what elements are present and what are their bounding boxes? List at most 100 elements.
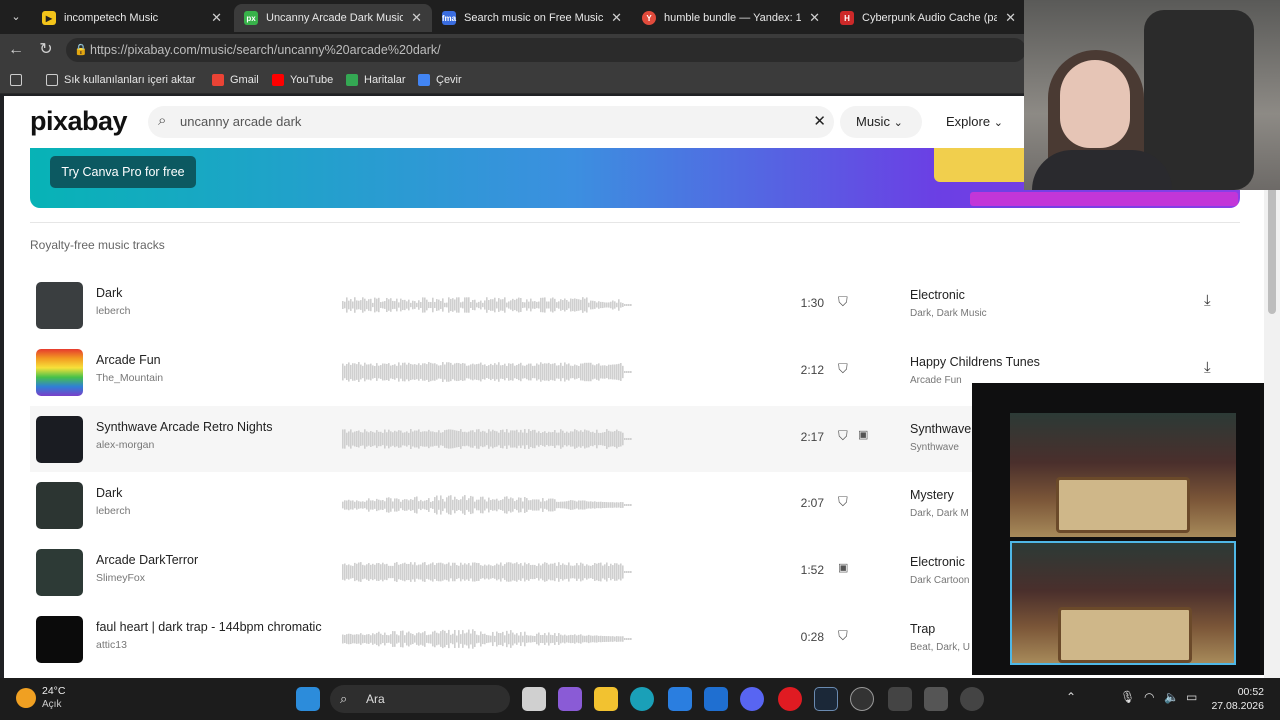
search-input[interactable]: ⌕ uncanny arcade dark ✕ (148, 106, 834, 138)
game-floor (1056, 477, 1190, 533)
track-thumbnail[interactable] (36, 349, 83, 396)
track-artist[interactable]: leberch (96, 505, 130, 517)
track-genre[interactable]: Mystery (910, 488, 954, 502)
chevron-up-icon[interactable]: ⌃ (1066, 690, 1076, 704)
bookmark-youtube[interactable]: YouTube (272, 71, 333, 89)
store-icon[interactable] (668, 687, 692, 711)
battery-icon[interactable]: ▭ (1186, 690, 1197, 704)
track-artist[interactable]: leberch (96, 305, 130, 317)
close-icon[interactable]: ✕ (211, 10, 222, 26)
edge-icon[interactable] (630, 687, 654, 711)
download-icon[interactable]: ⤓ (1204, 359, 1211, 376)
explore-menu[interactable]: Explore ⌄ (946, 106, 1003, 138)
divider (30, 222, 1240, 223)
taskbar-search[interactable]: ⌕ Ara (330, 685, 510, 713)
game-view-bottom (1010, 541, 1236, 665)
track-thumbnail[interactable] (36, 416, 83, 463)
tab-yandex[interactable]: Y humble bundle — Yandex: 14 bin s ✕ (632, 4, 830, 32)
file-explorer-icon[interactable] (594, 687, 618, 711)
track-tags: Beat, Dark, U (910, 642, 971, 653)
sidebar-toggle-icon[interactable] (10, 71, 22, 89)
close-icon[interactable]: ✕ (809, 10, 820, 26)
track-thumbnail[interactable] (36, 549, 83, 596)
track-duration: 2:17 (800, 430, 824, 444)
shield-icon: ⛉ (838, 428, 848, 443)
tab-list-dropdown-icon[interactable]: ⌄ (8, 9, 24, 25)
track-genre[interactable]: Trap (910, 622, 935, 636)
try-canva-button[interactable]: Try Canva Pro for free (50, 156, 196, 188)
tab-free-music-archive[interactable]: fma Search music on Free Music Archive ✕ (432, 4, 632, 32)
close-icon[interactable]: ✕ (1005, 10, 1016, 26)
track-waveform[interactable] (342, 628, 632, 650)
track-waveform[interactable] (342, 428, 632, 450)
game-view-top (1010, 413, 1236, 537)
track-artist[interactable]: SlimeyFox (96, 572, 145, 584)
tab-incompetech[interactable]: ▶ incompetech Music ✕ (32, 4, 232, 32)
clear-search-icon[interactable]: ✕ (813, 112, 826, 130)
track-title[interactable]: Dark (96, 286, 122, 300)
start-icon[interactable] (296, 687, 320, 711)
volume-icon[interactable]: 🔈 (1164, 690, 1179, 704)
steam-icon[interactable] (814, 687, 838, 711)
close-icon[interactable]: ✕ (611, 10, 622, 26)
search-query: uncanny arcade dark (180, 114, 302, 129)
tab-humble[interactable]: H Cyberpunk Audio Cache (pay what ✕ (830, 4, 1026, 32)
track-title[interactable]: Arcade DarkTerror (96, 553, 198, 567)
track-thumbnail[interactable] (36, 482, 83, 529)
track-artist[interactable]: The_Mountain (96, 372, 163, 384)
track-waveform[interactable] (342, 561, 632, 583)
obs-icon[interactable] (850, 687, 874, 711)
track-title[interactable]: Dark (96, 486, 122, 500)
back-arrow-icon[interactable]: ← (6, 40, 26, 60)
app-icon[interactable] (960, 687, 984, 711)
track-waveform[interactable] (342, 361, 632, 383)
bookmark-translate[interactable]: Çevir (418, 71, 462, 89)
microphone-icon[interactable]: 🎙 (1120, 690, 1135, 704)
track-genre[interactable]: Electronic (910, 288, 965, 302)
game-floor (1058, 607, 1192, 663)
tab-pixabay[interactable]: px Uncanny Arcade Dark Music | No C ✕ (234, 4, 432, 32)
url-input[interactable]: 🔒 https://pixabay.com/music/search/uncan… (66, 38, 1026, 62)
chevron-down-icon: ⌄ (993, 117, 1003, 129)
close-icon[interactable]: ✕ (411, 10, 422, 26)
settings-icon[interactable] (924, 687, 948, 711)
copilot-icon[interactable] (558, 687, 582, 711)
clock-time[interactable]: 00:52 (1228, 686, 1264, 698)
wifi-icon[interactable]: ◠ (1144, 690, 1154, 704)
track-genre[interactable]: Synthwave (910, 422, 971, 436)
outlook-icon[interactable] (704, 687, 728, 711)
tab-title: incompetech Music (64, 12, 159, 24)
bookmark-import[interactable]: Sık kullanılanları içeri aktar (46, 71, 195, 89)
pixabay-icon: px (244, 11, 258, 25)
track-artist[interactable]: attic13 (96, 639, 127, 651)
track-tags: Synthwave (910, 442, 959, 453)
download-icon[interactable]: ⤓ (1204, 292, 1211, 309)
track-title[interactable]: Synthwave Arcade Retro Nights (96, 420, 272, 434)
chevron-down-icon: ⌄ (893, 117, 903, 129)
media-type-dropdown[interactable]: Music ⌄ (840, 106, 922, 138)
discord-icon[interactable] (740, 687, 764, 711)
shield-icon: ⛉ (838, 494, 848, 509)
track-duration: 2:12 (800, 363, 824, 377)
reload-icon[interactable]: ↻ (36, 40, 56, 60)
track-title[interactable]: faul heart | dark trap - 144bpm chromati… (96, 620, 322, 634)
game-capture-overlay (972, 383, 1264, 675)
track-row[interactable]: Dark leberch 1:30 ⛉ Electronic Dark, Dark Mus… (30, 272, 1240, 338)
track-genre[interactable]: Happy Childrens Tunes (910, 355, 1040, 369)
bookmark-gmail[interactable]: Gmail (212, 71, 259, 89)
pixabay-logo[interactable]: pixabay (30, 106, 128, 137)
track-artist[interactable]: alex-morgan (96, 439, 154, 451)
app-icon[interactable] (888, 687, 912, 711)
track-waveform[interactable] (342, 294, 632, 316)
taskbar-search-label: Ara (366, 692, 385, 706)
weather-icon[interactable] (16, 688, 36, 708)
file-icon[interactable] (522, 687, 546, 711)
bookmark-maps[interactable]: Haritalar (346, 71, 406, 89)
track-waveform[interactable] (342, 494, 632, 516)
clock-date[interactable]: 27.08.2026 (1200, 700, 1264, 712)
opera-icon[interactable] (778, 687, 802, 711)
track-thumbnail[interactable] (36, 282, 83, 329)
track-genre[interactable]: Electronic (910, 555, 965, 569)
track-thumbnail[interactable] (36, 616, 83, 663)
track-title[interactable]: Arcade Fun (96, 353, 161, 367)
